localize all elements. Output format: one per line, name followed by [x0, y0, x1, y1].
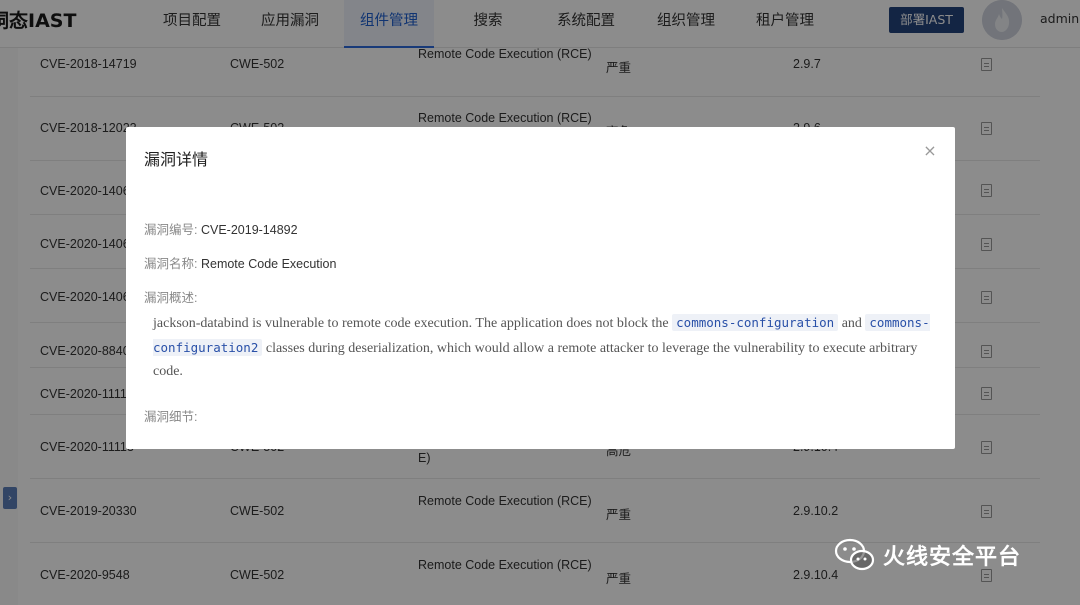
- wechat-icon: [834, 538, 875, 571]
- vuln-detail-label: 漏洞细节:: [144, 410, 198, 424]
- watermark: 火线安全平台: [833, 535, 1053, 575]
- vuln-name-field: 漏洞名称: Remote Code Execution: [144, 253, 336, 272]
- summary-text-part: classes during deserialization, which wo…: [153, 340, 918, 380]
- code-snippet: commons-configuration: [672, 314, 839, 331]
- dialog-title: 漏洞详情: [144, 150, 209, 169]
- vuln-detail-field: 漏洞细节:: [144, 406, 197, 425]
- summary-text-part: and: [841, 316, 862, 331]
- close-icon[interactable]: ×: [922, 143, 938, 159]
- vuln-name-label: 漏洞名称:: [144, 257, 198, 271]
- vuln-id-label: 漏洞编号:: [144, 223, 198, 237]
- watermark-text: 火线安全平台: [883, 545, 1022, 570]
- vuln-summary-label: 漏洞概述:: [144, 291, 198, 305]
- vuln-id-field: 漏洞编号: CVE-2019-14892: [144, 219, 298, 238]
- vulnerability-detail-dialog: 漏洞详情 × 漏洞编号: CVE-2019-14892 漏洞名称: Remote…: [126, 127, 955, 449]
- vuln-summary-field: 漏洞概述:: [144, 287, 197, 306]
- vuln-name-value: Remote Code Execution: [200, 257, 337, 271]
- vuln-id-value: CVE-2019-14892: [200, 223, 298, 237]
- vuln-summary-text: jackson-databind is vulnerable to remote…: [153, 311, 933, 384]
- summary-text-part: jackson-databind is vulnerable to remote…: [153, 316, 669, 331]
